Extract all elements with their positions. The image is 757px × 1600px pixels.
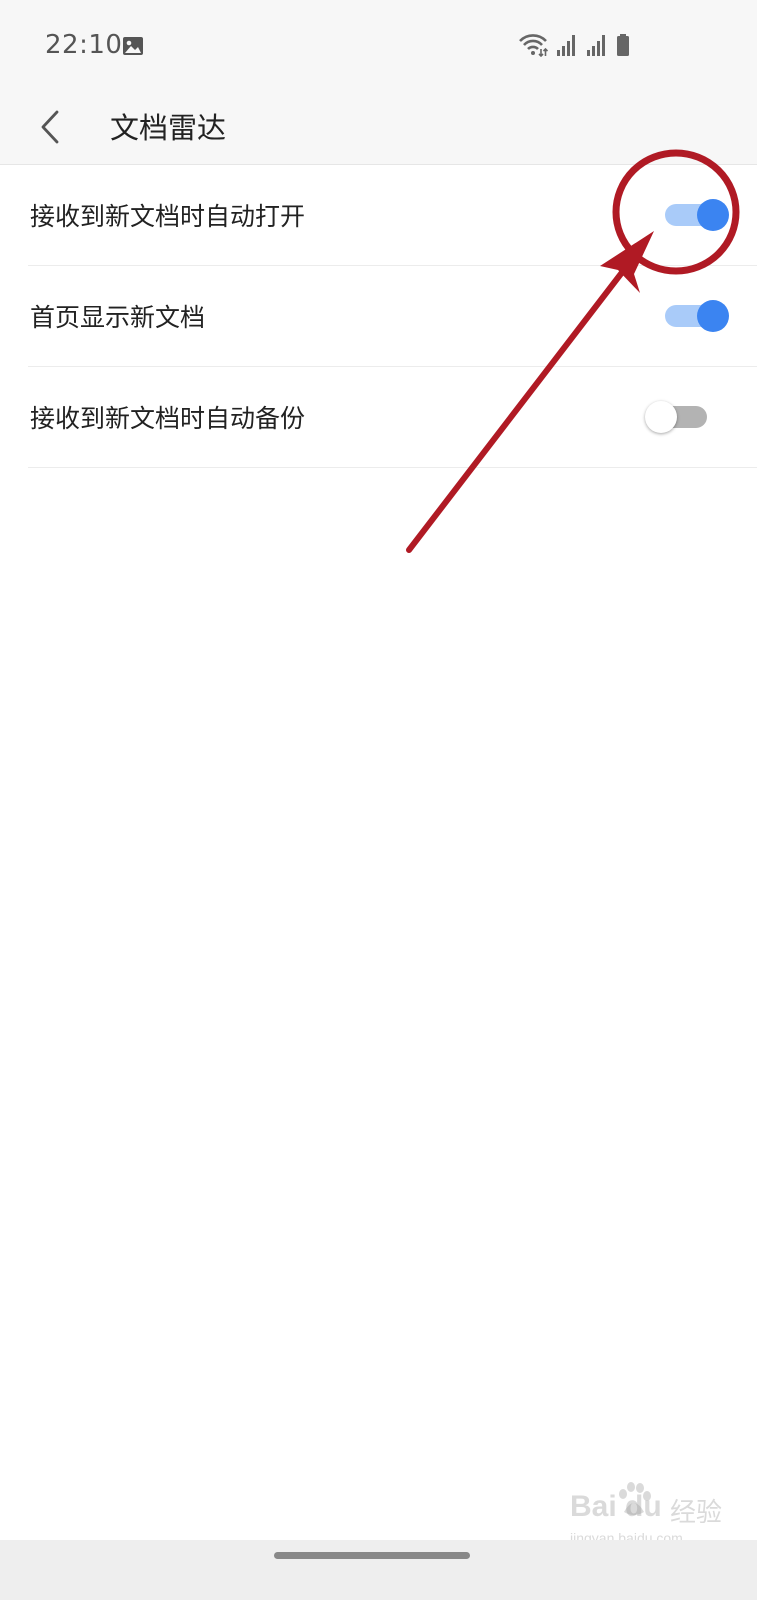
paw-icon [619, 1482, 651, 1515]
status-bar: 22:10 [0, 0, 757, 90]
wifi-icon [519, 34, 548, 57]
auto-backup-toggle[interactable] [645, 401, 715, 433]
home-indicator[interactable] [274, 1552, 470, 1559]
toggle-knob [697, 199, 729, 231]
status-icons [518, 33, 630, 57]
signal-icon [587, 35, 605, 56]
signal-icon [557, 35, 575, 56]
auto-open-toggle[interactable] [659, 199, 729, 231]
toggle-knob [697, 300, 729, 332]
navigation-bar [0, 1540, 757, 1600]
setting-row-auto-open[interactable]: 接收到新文档时自动打开 [28, 165, 757, 266]
watermark-text: 经验 [670, 1498, 723, 1528]
gallery-icon [123, 37, 143, 55]
status-time: 22:10 [45, 30, 123, 60]
setting-label: 接收到新文档时自动打开 [30, 202, 306, 231]
app-header: 文档雷达 [0, 90, 757, 165]
setting-row-auto-backup[interactable]: 接收到新文档时自动备份 [28, 367, 757, 468]
setting-label: 接收到新文档时自动备份 [30, 404, 306, 433]
chevron-left-icon [41, 110, 59, 144]
settings-list: 接收到新文档时自动打开 首页显示新文档 接收到新文档时自动备份 [0, 165, 757, 468]
setting-label: 首页显示新文档 [30, 303, 206, 332]
back-button[interactable] [30, 102, 70, 152]
show-on-home-toggle[interactable] [659, 300, 729, 332]
setting-row-show-on-home[interactable]: 首页显示新文档 [28, 266, 757, 367]
battery-icon [617, 34, 629, 56]
page-title: 文档雷达 [110, 111, 227, 145]
toggle-knob [645, 401, 677, 433]
